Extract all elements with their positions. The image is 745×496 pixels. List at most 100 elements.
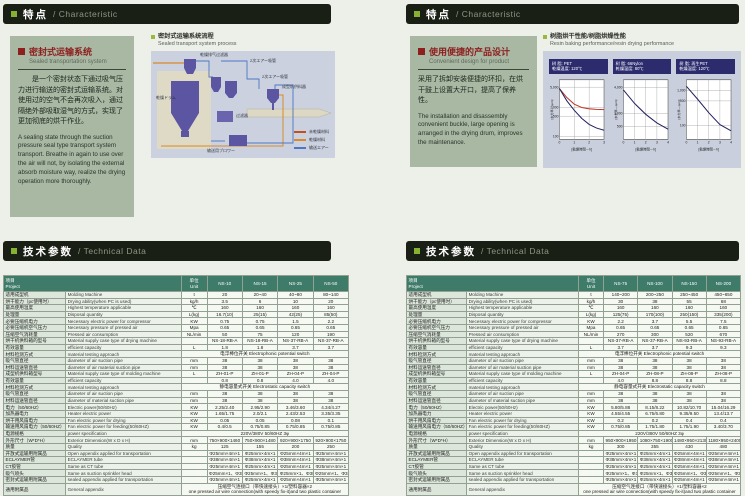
value-cell: Φ25mm×4m×1 [278, 450, 313, 457]
span-line: 220V/380V 50/60HZ 3φ [183, 431, 346, 437]
table-row: 有效容量efficient capacity0.80.84.04.0 [4, 377, 349, 384]
tech-title-en: / Technical Data [481, 246, 549, 256]
mini-line-chart: 1,00050010001234[乾燥時間－h][水分率－ppm] [676, 77, 734, 157]
green-square-icon [11, 11, 17, 17]
table-row: 材料检测方式material testing approach静电容量式开关 E… [407, 384, 741, 391]
value-cell: 200~250 [638, 292, 672, 299]
row-label-en: Same as CT tube [467, 463, 579, 470]
value-cell: NS-37-RB-A [278, 338, 313, 345]
row-label-en: efficient capacity [66, 344, 182, 351]
right-catalog-page: 特点 / Characteristic 使用便捷的产品设计 Convenient… [406, 0, 742, 492]
value-cell: Φ25mm×1、Φ38mm×1 [242, 470, 277, 477]
value-cell: ZH-08-P [672, 371, 706, 378]
row-label-en: diameter of air suction pipe [467, 391, 579, 398]
value-cell: 355 [638, 444, 672, 451]
feature-title-cn: 密封式运输系统 [29, 45, 92, 58]
unit-cell [578, 377, 603, 384]
value-cell: 20 [207, 292, 242, 299]
value-cell: 85(50) [313, 311, 348, 318]
table-row: 材料运送管直径diameter of air material suction … [407, 364, 741, 371]
charts-label-cn: 树脂烘干性能/树脂烘燥性能 [543, 33, 674, 41]
characteristic-header: 特点 / Characteristic [3, 4, 331, 24]
legend-line-icon [294, 139, 306, 141]
value-cell: 3.7 [604, 344, 638, 351]
value-cell: 38 [207, 358, 242, 365]
feature-title-en: Convenient design for product [429, 59, 529, 65]
project-en: Project [409, 284, 577, 289]
diagram-label: 乾燥排气过滤器 [200, 52, 228, 58]
table-row: 适用成型机Molding Machinet2020~4040~8080~140 [4, 292, 349, 299]
svg-text:3: 3 [719, 140, 721, 144]
unit-cell [181, 470, 207, 477]
value-cell: NS-18-RB-A [242, 338, 277, 345]
row-label-en: Open appendix applied for transportation [66, 450, 182, 457]
value-cell: 950×900×1950 [604, 437, 638, 444]
svg-text:500: 500 [617, 124, 623, 128]
value-cell: 38 [706, 358, 740, 365]
span-line: one pressed air wire connection(with spe… [183, 489, 346, 495]
unit-cell: L [181, 371, 207, 378]
unit-cell: kg/h [181, 298, 207, 305]
model-header: NS-25 [278, 276, 313, 292]
row-label-cn: 有效容量 [407, 344, 467, 351]
header-row: 项目Project单位UnitNS-10NS-15NS-25NS-50 [4, 276, 349, 292]
value-cell: 38 [672, 397, 706, 404]
row-label-cn: 通用附属品 [4, 483, 66, 495]
row-label-cn: 质量 [407, 444, 467, 451]
row-label-cn: 材料检测方式 [4, 351, 66, 358]
value-cell: 2.0/2.1 [242, 410, 277, 417]
value-cell: 0.05 [207, 417, 242, 424]
svg-text:[水分率－ppm]: [水分率－ppm] [676, 99, 681, 119]
value-cell: 200 [278, 444, 313, 451]
legend-item: 输送エアー [294, 145, 329, 151]
table-row: 通用附属品General appendix压缩空气连接口（带快速接头）×1/塑料… [407, 483, 741, 495]
unit-cell: KW [181, 404, 207, 411]
table-row: 输送用风扇电力（50/60HZ）Fan electric power for f… [4, 424, 349, 431]
value-cell: 38 [242, 397, 277, 404]
value-cell: 450~650 [706, 292, 740, 299]
row-label-cn: 吸气喷头 [4, 470, 66, 477]
row-label-en: efficient capacity [467, 344, 579, 351]
row-label-cn: 处理量 [407, 311, 467, 318]
row-label-en: Material supply case type of drying mach… [467, 338, 579, 345]
unit-cell: mm [181, 391, 207, 398]
value-cell: Φ25mm×1、Φ38mm×1 [313, 470, 348, 477]
tech-table: 项目Project单位UnitNS-10NS-15NS-25NS-50适用成型机… [3, 275, 349, 496]
row-label-cn: 输送用风扇电力（50/60HZ） [4, 424, 66, 431]
project-en: Project [6, 284, 180, 289]
span-value: 电浮棒位开关 Electrophonic potential switch [578, 351, 740, 358]
unit-cell: kg/h [578, 298, 603, 305]
unit-cell [181, 450, 207, 457]
row-label-en: Quality [66, 444, 182, 451]
row-label-en: diameter of air suction pipe [66, 358, 182, 365]
row-label-cn: 材料运送管直径 [4, 397, 66, 404]
feature-body-en: A sealing state through the suction pres… [18, 134, 126, 188]
value-cell: 160 [313, 305, 348, 312]
span-value: 电浮棒位开关 Electrophonic potential switch [181, 351, 348, 358]
value-cell: Φ38mm×4m×1 [242, 457, 277, 464]
row-label-cn: 必要压缩机电力 [407, 318, 467, 325]
row-label-cn: 密封式运输用附属品 [4, 477, 66, 484]
row-label-cn: 吸气管直径 [4, 358, 66, 365]
value-cell: 8.8 [706, 377, 740, 384]
table-row: 质量Qualitykg300355430480 [407, 444, 741, 451]
span-line: 电浮棒位开关 Electrophonic potential switch [183, 351, 346, 357]
value-cell: 1.8 [207, 344, 242, 351]
row-label-cn: 电力（50/60HZ） [407, 404, 467, 411]
row-label-cn: 质量 [4, 444, 66, 451]
unit-cell [181, 377, 207, 384]
value-cell: 30 [604, 298, 638, 305]
value-cell: 38 [207, 391, 242, 398]
table-row: 材料检测方式material testing approach电浮棒位开关 El… [407, 351, 741, 358]
model-header: NS-50 [313, 276, 348, 292]
row-label-en: efficient capacity [66, 377, 182, 384]
value-cell: Φ25mm×4m×1 [638, 450, 672, 457]
mini-line-chart: 4,0001,00050001234[乾燥時間－h][水分率－ppm] [613, 77, 671, 157]
row-label-en: Drying ability(when PC is used) [467, 298, 579, 305]
value-cell: 20 [313, 298, 348, 305]
value-cell: 38 [242, 358, 277, 365]
value-cell: Φ25mm×4m×1 [242, 477, 277, 484]
span-value: 压缩空气连接口（带快速接头）×1/塑料容器×2one pressed air w… [578, 483, 740, 495]
row-label-en: General appendix [66, 483, 182, 495]
value-cell: 1.65/1.75 [207, 410, 242, 417]
